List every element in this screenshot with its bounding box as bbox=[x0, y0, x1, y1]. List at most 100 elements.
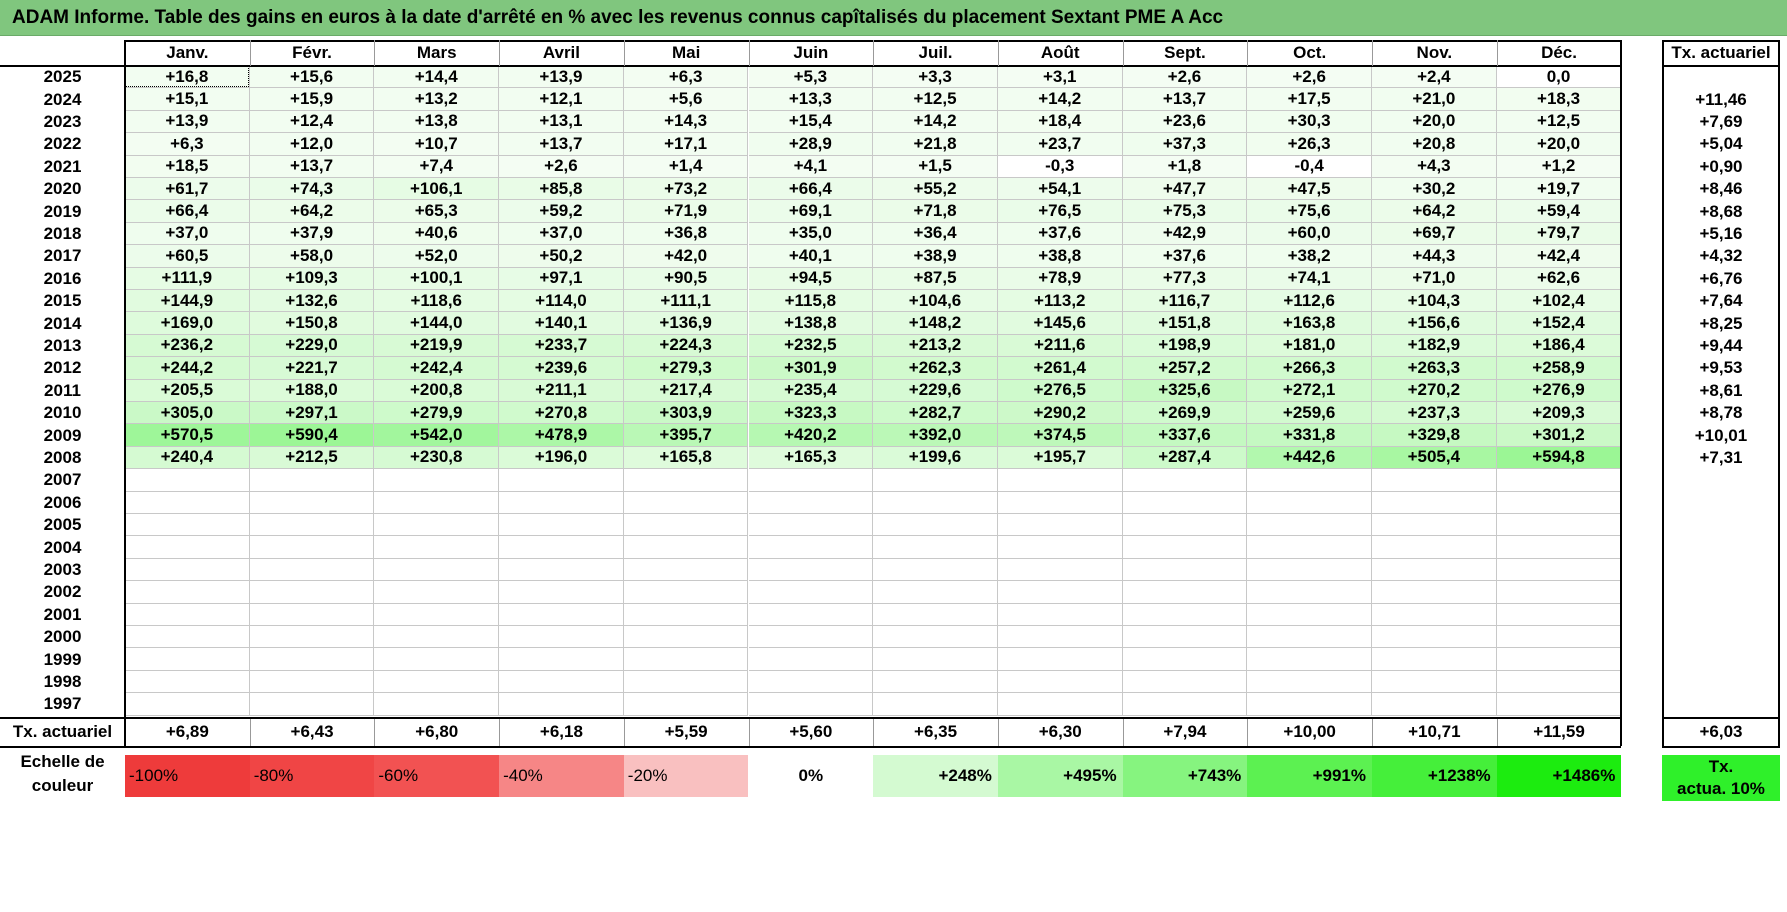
table-cell[interactable] bbox=[499, 626, 624, 649]
table-cell[interactable]: +148,2 bbox=[873, 312, 998, 335]
table-cell[interactable]: +331,8 bbox=[1247, 424, 1372, 447]
table-cell[interactable]: +75,3 bbox=[1122, 200, 1248, 223]
table-cell[interactable] bbox=[499, 670, 624, 694]
table-cell[interactable]: +71,0 bbox=[1372, 267, 1497, 290]
table-cell[interactable]: +21,8 bbox=[873, 133, 998, 156]
table-cell[interactable]: +186,4 bbox=[1496, 334, 1622, 358]
table-cell[interactable] bbox=[125, 670, 250, 694]
table-cell[interactable] bbox=[249, 558, 375, 582]
table-cell[interactable]: +35,0 bbox=[748, 222, 874, 246]
table-cell[interactable] bbox=[249, 536, 375, 559]
table-cell[interactable]: +276,5 bbox=[997, 379, 1123, 402]
table-cell[interactable] bbox=[623, 670, 749, 694]
table-cell[interactable] bbox=[374, 558, 500, 582]
table-cell[interactable]: +78,9 bbox=[997, 267, 1123, 290]
table-cell[interactable]: +13,9 bbox=[125, 110, 250, 134]
table-cell[interactable] bbox=[997, 536, 1123, 559]
table-cell[interactable]: +79,7 bbox=[1496, 222, 1622, 246]
table-cell[interactable]: +235,4 bbox=[748, 379, 874, 402]
table-cell[interactable]: +13,8 bbox=[374, 110, 500, 134]
table-cell[interactable]: +594,8 bbox=[1496, 446, 1622, 470]
table-cell[interactable]: +4,3 bbox=[1372, 155, 1497, 178]
table-cell[interactable]: +239,6 bbox=[499, 357, 624, 380]
table-cell[interactable]: +12,1 bbox=[499, 88, 624, 111]
table-cell[interactable]: +77,3 bbox=[1122, 267, 1248, 290]
table-cell[interactable]: +21,0 bbox=[1372, 88, 1497, 111]
table-cell[interactable] bbox=[873, 536, 998, 559]
table-cell[interactable] bbox=[125, 648, 250, 671]
table-cell[interactable] bbox=[1372, 693, 1497, 716]
table-cell[interactable]: +303,9 bbox=[623, 402, 749, 425]
table-cell[interactable]: +109,3 bbox=[249, 267, 375, 290]
table-cell[interactable]: +69,7 bbox=[1372, 222, 1497, 246]
table-cell[interactable] bbox=[1247, 581, 1372, 604]
table-cell[interactable]: +106,1 bbox=[374, 178, 500, 201]
table-cell[interactable]: +6,3 bbox=[623, 66, 749, 89]
table-cell[interactable] bbox=[125, 626, 250, 649]
table-cell[interactable]: +69,1 bbox=[748, 200, 874, 223]
table-cell[interactable]: +505,4 bbox=[1372, 446, 1497, 470]
table-cell[interactable]: +94,5 bbox=[748, 267, 874, 290]
table-cell[interactable] bbox=[1247, 648, 1372, 671]
table-cell[interactable] bbox=[873, 626, 998, 649]
table-cell[interactable] bbox=[499, 514, 624, 537]
table-cell[interactable]: +10,7 bbox=[374, 133, 500, 156]
table-cell[interactable] bbox=[374, 536, 500, 559]
table-cell[interactable] bbox=[997, 693, 1123, 716]
table-cell[interactable]: +270,2 bbox=[1372, 379, 1497, 402]
table-cell[interactable] bbox=[125, 514, 250, 537]
table-cell[interactable]: +64,2 bbox=[1372, 200, 1497, 223]
table-cell[interactable] bbox=[623, 626, 749, 649]
table-cell[interactable]: +18,5 bbox=[125, 155, 250, 178]
table-cell[interactable] bbox=[748, 491, 874, 514]
table-cell[interactable]: +44,3 bbox=[1372, 245, 1497, 268]
table-cell[interactable]: +287,4 bbox=[1122, 446, 1248, 470]
table-cell[interactable] bbox=[1122, 626, 1248, 649]
table-cell[interactable]: +66,4 bbox=[748, 178, 874, 201]
table-cell[interactable] bbox=[125, 693, 250, 716]
table-cell[interactable] bbox=[873, 693, 998, 716]
table-cell[interactable] bbox=[1372, 536, 1497, 559]
table-cell[interactable] bbox=[499, 469, 624, 492]
table-cell[interactable]: +2,6 bbox=[499, 155, 624, 178]
table-cell[interactable] bbox=[374, 693, 500, 716]
table-cell[interactable]: +104,6 bbox=[873, 290, 998, 313]
table-cell[interactable]: +219,9 bbox=[374, 334, 500, 358]
table-cell[interactable] bbox=[748, 514, 874, 537]
table-cell[interactable]: +217,4 bbox=[623, 379, 749, 402]
table-cell[interactable] bbox=[873, 670, 998, 694]
table-cell[interactable]: +15,4 bbox=[748, 110, 874, 134]
table-cell[interactable]: +1,4 bbox=[623, 155, 749, 178]
table-cell[interactable]: -0,3 bbox=[997, 155, 1123, 178]
table-cell[interactable]: +237,3 bbox=[1372, 402, 1497, 425]
table-cell[interactable]: +2,4 bbox=[1372, 66, 1497, 89]
table-cell[interactable] bbox=[1372, 603, 1497, 626]
table-cell[interactable] bbox=[499, 491, 624, 514]
table-cell[interactable]: +13,9 bbox=[499, 66, 624, 89]
table-cell[interactable]: +15,6 bbox=[249, 66, 375, 89]
table-cell[interactable]: +36,4 bbox=[873, 222, 998, 246]
table-cell[interactable]: +42,4 bbox=[1496, 245, 1622, 268]
table-cell[interactable] bbox=[748, 581, 874, 604]
table-cell[interactable] bbox=[873, 581, 998, 604]
table-cell[interactable] bbox=[997, 603, 1123, 626]
table-cell[interactable]: +36,8 bbox=[623, 222, 749, 246]
table-cell[interactable] bbox=[748, 648, 874, 671]
table-cell[interactable]: +2,6 bbox=[1122, 66, 1248, 89]
table-cell[interactable] bbox=[1372, 469, 1497, 492]
table-cell[interactable] bbox=[1122, 670, 1248, 694]
table-cell[interactable] bbox=[374, 581, 500, 604]
table-cell[interactable] bbox=[374, 514, 500, 537]
table-cell[interactable] bbox=[1247, 469, 1372, 492]
table-cell[interactable] bbox=[1122, 581, 1248, 604]
table-cell[interactable] bbox=[1372, 626, 1497, 649]
table-cell[interactable]: +257,2 bbox=[1122, 357, 1248, 380]
table-cell[interactable]: +209,3 bbox=[1496, 402, 1622, 425]
table-cell[interactable]: +1,5 bbox=[873, 155, 998, 178]
table-cell[interactable] bbox=[249, 469, 375, 492]
table-cell[interactable]: +16,8 bbox=[125, 66, 250, 89]
table-cell[interactable]: +38,8 bbox=[997, 245, 1123, 268]
table-cell[interactable]: +301,9 bbox=[748, 357, 874, 380]
table-cell[interactable] bbox=[623, 536, 749, 559]
table-cell[interactable]: +198,9 bbox=[1122, 334, 1248, 358]
